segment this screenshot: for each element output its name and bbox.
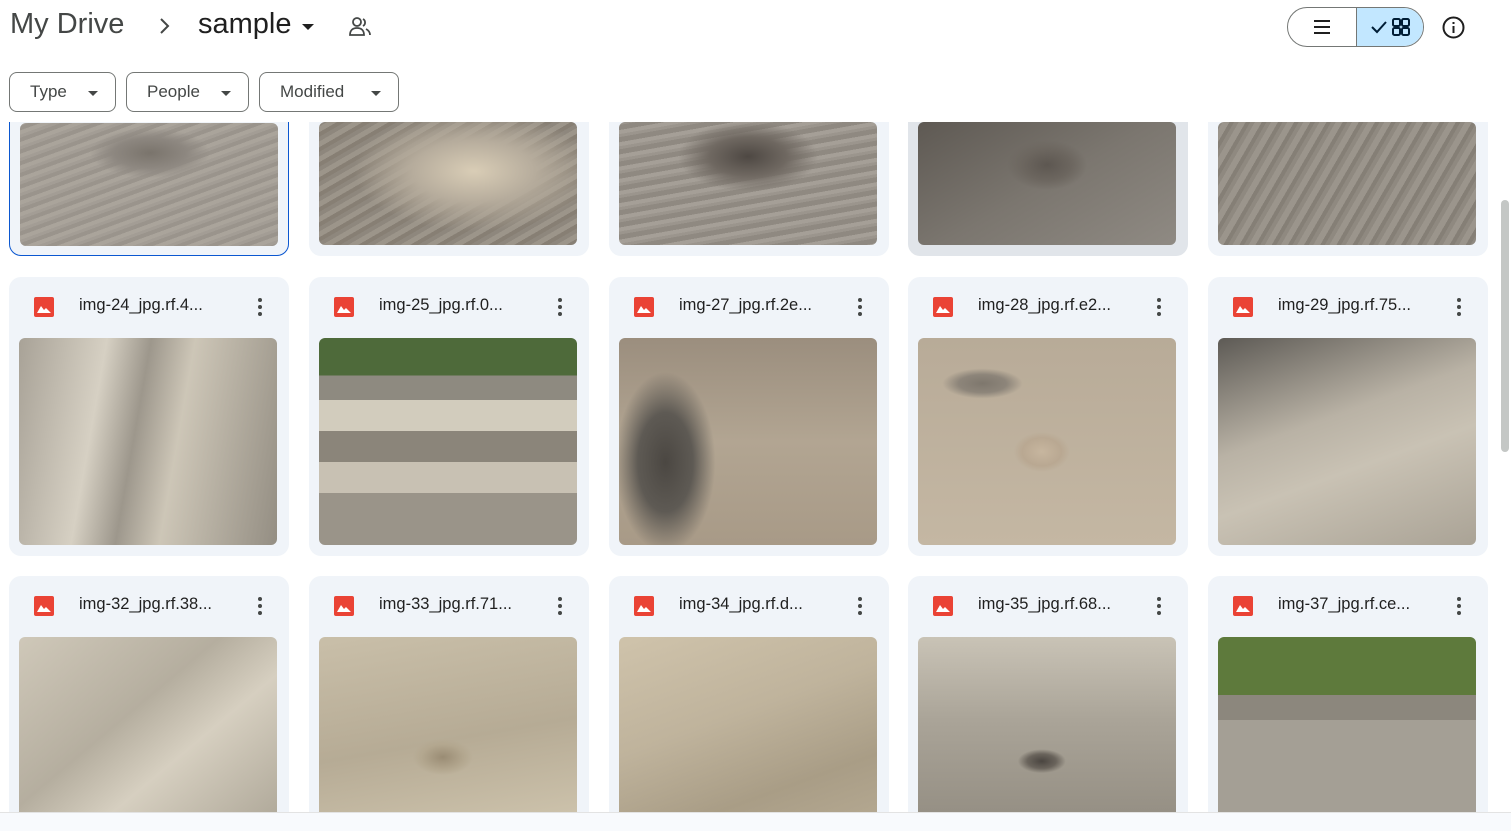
file-thumbnail — [1218, 122, 1476, 245]
file-card[interactable] — [309, 122, 589, 256]
file-name: img-33_jpg.rf.71... — [379, 595, 512, 613]
file-thumbnail — [319, 338, 577, 545]
file-thumbnail — [619, 338, 877, 545]
vertical-scrollbar[interactable] — [1501, 200, 1509, 452]
more-vert-icon[interactable] — [1451, 294, 1467, 320]
image-file-icon — [34, 297, 54, 317]
image-file-icon — [334, 596, 354, 616]
file-name: img-29_jpg.rf.75... — [1278, 296, 1411, 314]
file-card[interactable]: img-27_jpg.rf.2e... — [609, 277, 889, 556]
file-card[interactable]: img-25_jpg.rf.0... — [309, 277, 589, 556]
file-thumbnail — [19, 338, 277, 545]
image-file-icon — [634, 596, 654, 616]
view-toggle — [1287, 7, 1424, 47]
file-card[interactable]: img-33_jpg.rf.71... — [309, 576, 589, 812]
more-vert-icon[interactable] — [252, 294, 268, 320]
filter-type-chip[interactable]: Type — [9, 72, 116, 112]
file-card[interactable]: img-29_jpg.rf.75... — [1208, 277, 1488, 556]
dropdown-caret-icon — [371, 91, 381, 96]
file-thumbnail — [619, 637, 877, 812]
list-view-button[interactable] — [1288, 8, 1356, 46]
file-card[interactable]: img-35_jpg.rf.68... — [908, 576, 1188, 812]
file-thumbnail — [319, 122, 577, 245]
check-icon — [1371, 21, 1387, 34]
file-thumbnail — [918, 637, 1176, 812]
image-file-icon — [933, 596, 953, 616]
more-vert-icon[interactable] — [852, 593, 868, 619]
image-file-icon — [334, 297, 354, 317]
dropdown-caret-icon — [301, 23, 314, 30]
file-card[interactable] — [1208, 122, 1488, 256]
file-card[interactable]: img-24_jpg.rf.4... — [9, 277, 289, 556]
breadcrumb-current-label: sample — [198, 8, 292, 40]
image-file-icon — [933, 297, 953, 317]
grid-view-button[interactable] — [1355, 8, 1423, 46]
file-card[interactable] — [908, 122, 1188, 256]
file-thumbnail — [1218, 338, 1476, 545]
file-thumbnail — [319, 637, 577, 812]
file-name: img-37_jpg.rf.ce... — [1278, 595, 1411, 613]
file-card[interactable] — [9, 122, 289, 256]
people-icon[interactable] — [348, 16, 372, 38]
filter-modified-label: Modified — [280, 82, 345, 101]
list-view-icon — [1313, 20, 1330, 34]
file-name: img-25_jpg.rf.0... — [379, 296, 503, 314]
dropdown-caret-icon — [221, 91, 231, 96]
image-file-icon — [1233, 297, 1253, 317]
file-name: img-24_jpg.rf.4... — [79, 296, 203, 314]
file-name: img-27_jpg.rf.2e... — [679, 296, 812, 314]
bottom-bar — [0, 812, 1511, 831]
file-card[interactable] — [609, 122, 889, 256]
image-file-icon — [634, 297, 654, 317]
header: My Drive sample — [0, 0, 1511, 56]
filter-people-label: People — [147, 82, 200, 101]
file-name: img-34_jpg.rf.d... — [679, 595, 803, 613]
file-card[interactable]: img-34_jpg.rf.d... — [609, 576, 889, 812]
breadcrumb-sample[interactable]: sample — [198, 8, 314, 41]
more-vert-icon[interactable] — [1451, 593, 1467, 619]
file-card[interactable]: img-37_jpg.rf.ce... — [1208, 576, 1488, 812]
breadcrumb-my-drive[interactable]: My Drive — [10, 8, 124, 41]
more-vert-icon[interactable] — [552, 593, 568, 619]
image-file-icon — [34, 596, 54, 616]
info-icon[interactable] — [1440, 14, 1467, 41]
chevron-right-icon — [160, 18, 170, 34]
file-thumbnail — [619, 122, 877, 245]
more-vert-icon[interactable] — [552, 294, 568, 320]
file-thumbnail — [20, 123, 278, 246]
file-card[interactable]: img-28_jpg.rf.e2... — [908, 277, 1188, 556]
filter-type-label: Type — [30, 82, 67, 101]
more-vert-icon[interactable] — [852, 294, 868, 320]
grid-view-icon — [1391, 18, 1410, 36]
more-vert-icon[interactable] — [1151, 294, 1167, 320]
filter-people-chip[interactable]: People — [126, 72, 249, 112]
file-name: img-35_jpg.rf.68... — [978, 595, 1111, 613]
file-name: img-28_jpg.rf.e2... — [978, 296, 1111, 314]
file-thumbnail — [918, 338, 1176, 545]
dropdown-caret-icon — [88, 91, 98, 96]
file-card[interactable]: img-32_jpg.rf.38... — [9, 576, 289, 812]
file-thumbnail — [1218, 637, 1476, 812]
file-thumbnail — [918, 122, 1176, 245]
image-file-icon — [1233, 596, 1253, 616]
more-vert-icon[interactable] — [252, 593, 268, 619]
file-thumbnail — [19, 637, 277, 812]
more-vert-icon[interactable] — [1151, 593, 1167, 619]
file-name: img-32_jpg.rf.38... — [79, 595, 212, 613]
file-grid: img-24_jpg.rf.4... img-25_jpg.rf.0... im… — [0, 122, 1495, 812]
filter-modified-chip[interactable]: Modified — [259, 72, 399, 112]
